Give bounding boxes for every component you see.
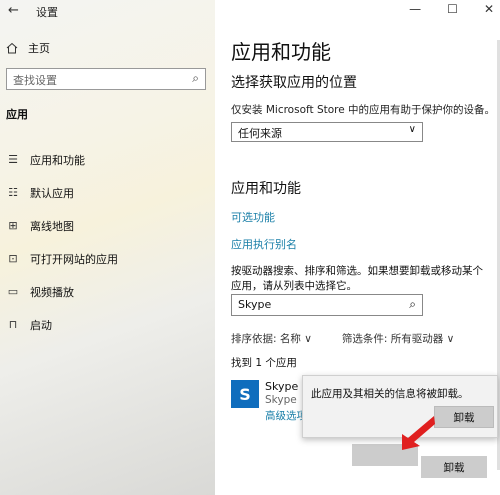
chevron-down-icon: ∨ [408, 124, 416, 135]
app-name: Skype [265, 380, 299, 393]
sidebar-item-offline-maps[interactable]: ⊞ 离线地图 [4, 209, 209, 242]
startup-icon: ⊓ [8, 318, 18, 331]
sidebar-item-apps-for-websites[interactable]: ⊡ 可打开网站的应用 [4, 242, 209, 275]
video-icon: ▭ [7, 285, 19, 298]
close-icon[interactable]: ✕ [484, 2, 494, 16]
back-arrow-icon[interactable]: ← [8, 3, 19, 18]
sidebar-item-label: 应用和功能 [30, 153, 85, 167]
sidebar-item-label: 视频播放 [30, 285, 74, 299]
filter-label: 筛选条件: 所有驱动器 [341, 333, 444, 345]
settings-search-input[interactable]: 查找设置 ⌕ [6, 68, 206, 90]
sidebar-item-label: 可打开网站的应用 [30, 252, 118, 266]
open-web-icon: ⊡ [8, 252, 18, 265]
sidebar-item-apps-features[interactable]: ☰ 应用和功能 [4, 143, 209, 176]
found-count: 找到 1 个应用 [231, 357, 297, 369]
maximize-icon[interactable]: ☐ [447, 2, 458, 16]
search-icon[interactable]: ⌕ [409, 297, 416, 312]
home-icon [6, 42, 18, 54]
chevron-down-icon: ∨ [304, 333, 312, 345]
sidebar-item-label: 启动 [30, 318, 52, 332]
sidebar-item-home[interactable]: 主页 [6, 40, 50, 56]
sort-label: 排序依据: 名称 [231, 333, 301, 345]
minimize-icon[interactable]: — [409, 2, 421, 16]
sort-dropdown[interactable]: 排序依据: 名称 ∨ [231, 331, 312, 346]
choose-location-heading: 选择获取应用的位置 [231, 75, 357, 91]
sidebar: ← 设置 主页 查找设置 ⌕ 应用 ☰ 应用和功能 ☷ 默认应用 ⊞ 离线地图 … [0, 0, 215, 495]
sidebar-item-startup[interactable]: ⊓ 启动 [4, 308, 209, 341]
sort-filter-row: 排序依据: 名称 ∨ 筛选条件: 所有驱动器 ∨ [231, 331, 454, 346]
map-icon: ⊞ [8, 219, 18, 232]
popup-message: 此应用及其相关的信息将被卸载。 [311, 388, 469, 400]
search-description: 按驱动器搜索、排序和筛选。如果想要卸载或移动某个应用，请从列表中选择它。 [231, 265, 483, 292]
app-source-value: 任何来源 [238, 127, 282, 140]
pointer-arrow-icon [402, 416, 435, 450]
app-source-select[interactable]: 任何来源 ∨ [231, 122, 423, 142]
app-search-input[interactable]: Skype ⌕ [231, 294, 423, 316]
page-title: 应用和功能 [231, 40, 331, 64]
choose-location-description: 仅安装 Microsoft Store 中的应用有助于保护你的设备。 [231, 104, 496, 116]
default-apps-icon: ☷ [8, 186, 18, 199]
app-search-value: Skype [238, 298, 272, 311]
window-controls: — ☐ ✕ [409, 2, 494, 16]
search-icon[interactable]: ⌕ [192, 71, 199, 86]
sidebar-item-label: 离线地图 [30, 219, 74, 233]
filter-dropdown[interactable]: 筛选条件: 所有驱动器 ∨ [342, 331, 454, 346]
list-icon: ☰ [8, 153, 18, 166]
confirm-uninstall-button[interactable]: 卸载 [434, 406, 494, 428]
sidebar-item-label: 默认应用 [30, 186, 74, 200]
optional-features-link[interactable]: 可选功能 [231, 209, 275, 225]
apps-features-heading: 应用和功能 [231, 181, 301, 197]
app-alias-link[interactable]: 应用执行别名 [231, 236, 297, 252]
sidebar-section-heading: 应用 [6, 108, 28, 121]
uninstall-button[interactable]: 卸载 [421, 456, 487, 478]
sidebar-item-video-playback[interactable]: ▭ 视频播放 [4, 275, 209, 308]
chevron-down-icon: ∨ [446, 333, 455, 345]
home-label: 主页 [28, 42, 50, 55]
skype-icon: S [231, 380, 259, 408]
settings-search-placeholder: 查找设置 [13, 74, 57, 87]
sidebar-nav: ☰ 应用和功能 ☷ 默认应用 ⊞ 离线地图 ⊡ 可打开网站的应用 ▭ 视频播放 … [4, 143, 209, 341]
app-publisher: Skype [265, 394, 297, 406]
sidebar-item-default-apps[interactable]: ☷ 默认应用 [4, 176, 209, 209]
window-title: 设置 [36, 6, 58, 19]
advanced-options-link[interactable]: 高级选项 [265, 408, 307, 423]
